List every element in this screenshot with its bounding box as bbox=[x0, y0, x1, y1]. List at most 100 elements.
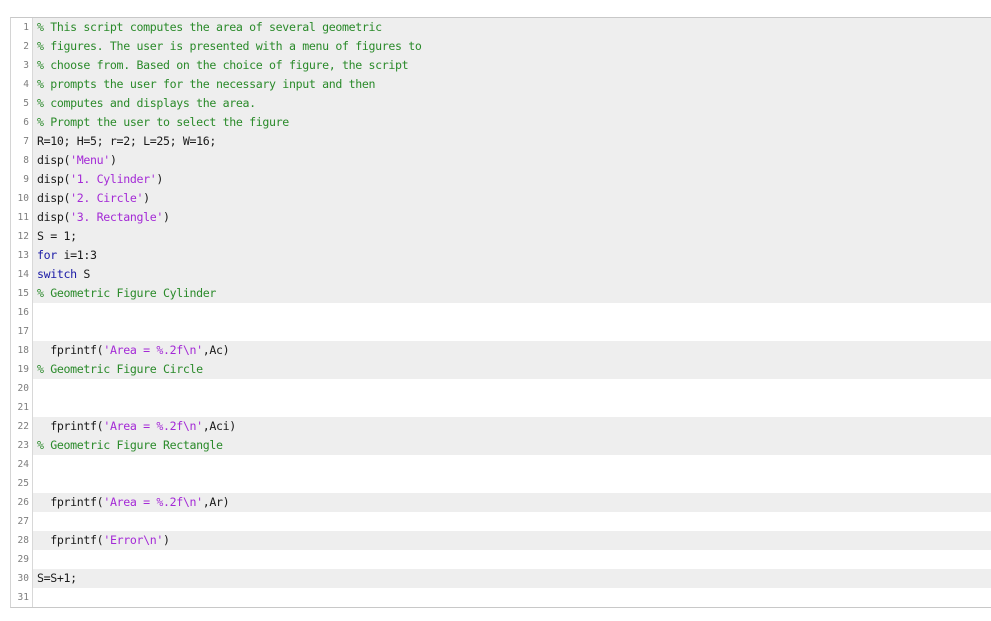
code-content[interactable]: fprintf('Area = %.2f\n',Ar) bbox=[33, 493, 991, 512]
code-line[interactable]: 17 bbox=[11, 322, 991, 341]
code-line[interactable]: 28 fprintf('Error\n') bbox=[11, 531, 991, 550]
line-number: 12 bbox=[11, 227, 33, 246]
line-number: 15 bbox=[11, 284, 33, 303]
line-number: 18 bbox=[11, 341, 33, 360]
code-token-comment: % Geometric Figure Circle bbox=[37, 362, 203, 376]
line-number: 20 bbox=[11, 379, 33, 398]
line-number: 16 bbox=[11, 303, 33, 322]
line-number: 3 bbox=[11, 56, 33, 75]
code-content[interactable] bbox=[33, 322, 991, 341]
code-content[interactable]: % choose from. Based on the choice of fi… bbox=[33, 56, 991, 75]
code-token-comment: % Prompt the user to select the figure bbox=[37, 115, 289, 129]
code-content[interactable]: S = 1; bbox=[33, 227, 991, 246]
code-line[interactable]: 3 % choose from. Based on the choice of f… bbox=[11, 56, 991, 75]
line-number: 26 bbox=[11, 493, 33, 512]
code-token-plain: S bbox=[76, 267, 91, 281]
code-line[interactable]: 2 % figures. The user is presented with a… bbox=[11, 37, 991, 56]
code-token-plain: ,Aci) bbox=[202, 419, 237, 433]
code-token-plain: fprintf( bbox=[37, 495, 104, 509]
code-line[interactable]: 12 S = 1; bbox=[11, 227, 991, 246]
code-line[interactable]: 23 % Geometric Figure Rectangle bbox=[11, 436, 991, 455]
code-content[interactable]: % Geometric Figure Circle bbox=[33, 360, 991, 379]
code-content[interactable]: disp('2. Circle') bbox=[33, 189, 991, 208]
code-line[interactable]: 20 bbox=[11, 379, 991, 398]
code-line[interactable]: 22 fprintf('Area = %.2f\n',Aci) bbox=[11, 417, 991, 436]
code-content[interactable]: for i=1:3 bbox=[33, 246, 991, 265]
code-content[interactable]: fprintf('Error\n') bbox=[33, 531, 991, 550]
code-line[interactable]: 7 R=10; H=5; r=2; L=25; W=16; bbox=[11, 132, 991, 151]
code-content[interactable] bbox=[33, 588, 991, 607]
code-content[interactable]: R=10; H=5; r=2; L=25; W=16; bbox=[33, 132, 991, 151]
code-line[interactable]: 15 % Geometric Figure Cylinder bbox=[11, 284, 991, 303]
code-line[interactable]: 6 % Prompt the user to select the figure bbox=[11, 113, 991, 132]
code-line[interactable]: 14 switch S bbox=[11, 265, 991, 284]
line-number: 1 bbox=[11, 18, 33, 37]
code-line[interactable]: 4 % prompts the user for the necessary in… bbox=[11, 75, 991, 94]
code-content[interactable] bbox=[33, 379, 991, 398]
code-token-plain: ) bbox=[162, 533, 170, 547]
code-line[interactable]: 21 bbox=[11, 398, 991, 417]
code-line[interactable]: 25 bbox=[11, 474, 991, 493]
code-content[interactable]: S=S+1; bbox=[33, 569, 991, 588]
line-number: 25 bbox=[11, 474, 33, 493]
code-token-plain: i=1:3 bbox=[56, 248, 98, 262]
code-token-string: 'Error\n' bbox=[103, 533, 163, 547]
code-line[interactable]: 26 fprintf('Area = %.2f\n',Ar) bbox=[11, 493, 991, 512]
code-content[interactable]: disp('3. Rectangle') bbox=[33, 208, 991, 227]
code-line[interactable]: 1 % This script computes the area of seve… bbox=[11, 18, 991, 37]
code-content[interactable]: % prompts the user for the necessary inp… bbox=[33, 75, 991, 94]
code-token-plain: disp( bbox=[37, 172, 71, 186]
code-content[interactable]: % Geometric Figure Cylinder bbox=[33, 284, 991, 303]
code-line[interactable]: 27 bbox=[11, 512, 991, 531]
code-token-plain: ,Ac) bbox=[202, 343, 230, 357]
code-line[interactable]: 30 S=S+1; bbox=[11, 569, 991, 588]
code-line[interactable]: 9 disp('1. Cylinder') bbox=[11, 170, 991, 189]
code-content[interactable] bbox=[33, 550, 991, 569]
line-number: 10 bbox=[11, 189, 33, 208]
code-line[interactable]: 16 bbox=[11, 303, 991, 322]
line-number: 6 bbox=[11, 113, 33, 132]
code-content[interactable]: % Prompt the user to select the figure bbox=[33, 113, 991, 132]
code-content[interactable]: % Geometric Figure Rectangle bbox=[33, 436, 991, 455]
code-line[interactable]: 8 disp('Menu') bbox=[11, 151, 991, 170]
code-content[interactable] bbox=[33, 455, 991, 474]
code-content[interactable] bbox=[33, 303, 991, 322]
code-line[interactable]: 19 % Geometric Figure Circle bbox=[11, 360, 991, 379]
code-token-string: 'Area = %.2f\n' bbox=[103, 343, 203, 357]
code-token-comment: % Geometric Figure Cylinder bbox=[37, 286, 217, 300]
line-number: 7 bbox=[11, 132, 33, 151]
code-content[interactable]: % computes and displays the area. bbox=[33, 94, 991, 113]
line-number: 30 bbox=[11, 569, 33, 588]
code-content[interactable]: disp('Menu') bbox=[33, 151, 991, 170]
code-content[interactable]: fprintf('Area = %.2f\n',Ac) bbox=[33, 341, 991, 360]
code-line[interactable]: 31 bbox=[11, 588, 991, 607]
code-token-plain: ) bbox=[143, 191, 150, 205]
code-content[interactable] bbox=[33, 512, 991, 531]
code-token-comment: % prompts the user for the necessary inp… bbox=[37, 77, 376, 91]
code-content[interactable] bbox=[33, 398, 991, 417]
code-content[interactable]: % This script computes the area of sever… bbox=[33, 18, 991, 37]
code-token-keyword: for bbox=[37, 248, 57, 262]
code-line[interactable]: 24 bbox=[11, 455, 991, 474]
code-token-comment: % figures. The user is presented with a … bbox=[37, 39, 422, 53]
code-content[interactable] bbox=[33, 474, 991, 493]
code-token-plain: ) bbox=[109, 153, 117, 167]
line-number: 29 bbox=[11, 550, 33, 569]
code-line[interactable]: 5 % computes and displays the area. bbox=[11, 94, 991, 113]
code-line[interactable]: 18 fprintf('Area = %.2f\n',Ac) bbox=[11, 341, 991, 360]
code-content[interactable]: fprintf('Area = %.2f\n',Aci) bbox=[33, 417, 991, 436]
line-number: 14 bbox=[11, 265, 33, 284]
line-number: 4 bbox=[11, 75, 33, 94]
code-line[interactable]: 10 disp('2. Circle') bbox=[11, 189, 991, 208]
line-number: 21 bbox=[11, 398, 33, 417]
code-line[interactable]: 13 for i=1:3 bbox=[11, 246, 991, 265]
code-line[interactable]: 29 bbox=[11, 550, 991, 569]
code-token-string: 'Menu' bbox=[70, 153, 110, 167]
code-line[interactable]: 11 disp('3. Rectangle') bbox=[11, 208, 991, 227]
code-content[interactable]: disp('1. Cylinder') bbox=[33, 170, 991, 189]
code-token-string: '2. Circle' bbox=[70, 191, 144, 205]
code-editor[interactable]: 1 % This script computes the area of seve… bbox=[10, 17, 991, 608]
code-token-comment: % Geometric Figure Rectangle bbox=[37, 438, 223, 452]
code-content[interactable]: switch S bbox=[33, 265, 991, 284]
code-content[interactable]: % figures. The user is presented with a … bbox=[33, 37, 991, 56]
